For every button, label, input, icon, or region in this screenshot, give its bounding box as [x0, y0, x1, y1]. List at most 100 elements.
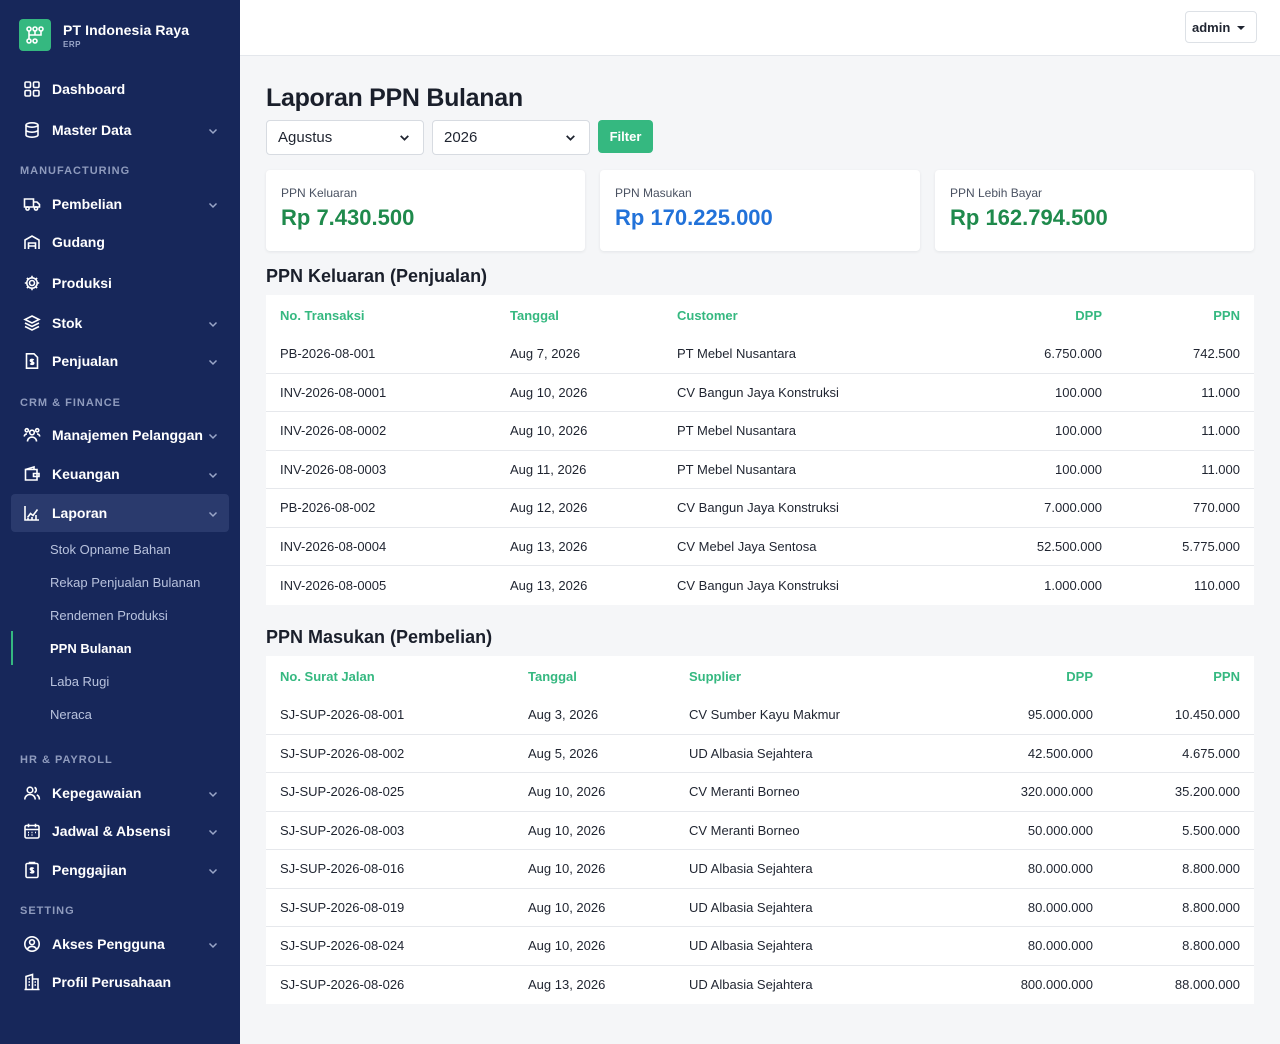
table-row[interactable]: PB-2026-08-001 Aug 7, 2026 PT Mebel Nusant…	[266, 335, 1254, 374]
chevron-down-icon	[207, 507, 219, 525]
nav-penjualan[interactable]: Penjualan	[11, 342, 229, 380]
nav-pembelian[interactable]: Pembelian	[11, 185, 229, 223]
filter-button[interactable]: Filter	[598, 120, 653, 153]
nav-label: Master Data	[52, 122, 132, 138]
cell-no: PB-2026-08-002	[280, 500, 376, 516]
brand-name: PT Indonesia Raya	[63, 21, 190, 38]
cell-tanggal: Aug 5, 2026	[528, 745, 599, 761]
table-row[interactable]: SJ-SUP-2026-08-019 Aug 10, 2026 UD Albasia…	[266, 889, 1254, 927]
cell-dpp: 80.000.000	[1027, 938, 1093, 954]
col-header-tanggal[interactable]: Tanggal	[528, 656, 577, 696]
cell-ppn: 11.000	[1201, 423, 1240, 439]
nav-label: Penjualan	[52, 353, 119, 369]
chevron-down-icon	[207, 429, 219, 447]
col-header-ppn[interactable]: PPN	[1213, 656, 1240, 696]
nav-master-data[interactable]: Master Data	[11, 111, 229, 149]
nav-label: Manajemen Pelanggan	[52, 427, 203, 443]
nav-profil-perusahaan[interactable]: Profil Perusahaan	[11, 963, 229, 1001]
cell-ppn: 8.800.000	[1182, 899, 1240, 915]
nav-manajemen-pelanggan[interactable]: Manajemen Pelanggan	[11, 416, 229, 454]
subnav-neraca[interactable]: Neraca	[50, 707, 92, 722]
cell-no: INV-2026-08-0004	[280, 538, 387, 554]
cell-no: SJ-SUP-2026-08-002	[280, 745, 405, 761]
table-row[interactable]: SJ-SUP-2026-08-003 Aug 10, 2026 CV Meranti…	[266, 812, 1254, 850]
cell-dpp: 95.000.000	[1027, 707, 1093, 723]
invoice-icon	[22, 351, 42, 371]
col-header-no-surat-jalan[interactable]: No. Surat Jalan	[280, 656, 375, 696]
col-header-ppn[interactable]: PPN	[1213, 295, 1240, 335]
nav-akses-pengguna[interactable]: Akses Pengguna	[11, 925, 229, 963]
table-row[interactable]: INV-2026-08-0002 Aug 10, 2026 PT Mebel Nus…	[266, 412, 1254, 451]
table-row[interactable]: INV-2026-08-0005 Aug 13, 2026 CV Bangun Ja…	[266, 566, 1254, 605]
cell-ppn: 5.775.000	[1182, 538, 1240, 554]
brand[interactable]: PT Indonesia Raya ERP	[0, 0, 240, 70]
brand-logo-icon	[19, 19, 51, 51]
cell-no: INV-2026-08-0001	[280, 384, 387, 400]
table-row[interactable]: SJ-SUP-2026-08-002 Aug 5, 2026 UD Albasia …	[266, 735, 1254, 773]
user-menu-button[interactable]: admin	[1185, 11, 1257, 43]
nav-keuangan[interactable]: Keuangan	[11, 455, 229, 493]
summary-card-ppn-lebih-bayar: PPN Lebih Bayar Rp 162.794.500	[935, 170, 1254, 251]
calendar-icon	[22, 821, 42, 841]
nav-laporan[interactable]: Laporan	[11, 494, 229, 532]
nav-label: Produksi	[52, 275, 112, 291]
nav-label: Jadwal & Absensi	[52, 823, 171, 839]
table-row[interactable]: INV-2026-08-0003 Aug 11, 2026 PT Mebel Nus…	[266, 451, 1254, 489]
nav-produksi[interactable]: Produksi	[11, 264, 229, 302]
table-row[interactable]: INV-2026-08-0004 Aug 13, 2026 CV Mebel Jay…	[266, 528, 1254, 566]
nav-penggajian[interactable]: Penggajian	[11, 851, 229, 889]
nav-stok[interactable]: Stok	[11, 304, 229, 342]
col-header-supplier[interactable]: Supplier	[689, 656, 741, 696]
active-indicator	[11, 631, 13, 665]
table-row[interactable]: PB-2026-08-002 Aug 12, 2026 CV Bangun Jaya…	[266, 489, 1254, 528]
nav-jadwal-absensi[interactable]: Jadwal & Absensi	[11, 812, 229, 850]
chart-icon	[22, 503, 42, 523]
table-row[interactable]: SJ-SUP-2026-08-026 Aug 13, 2026 UD Albasia…	[266, 966, 1254, 1005]
cell-customer: PT Mebel Nusantara	[677, 423, 796, 439]
col-header-no-transaksi[interactable]: No. Transaksi	[280, 295, 365, 335]
cell-tanggal: Aug 13, 2026	[510, 538, 588, 554]
subnav-laba-rugi[interactable]: Laba Rugi	[50, 674, 109, 689]
sidebar: PT Indonesia Raya ERP Dashboard Master D…	[0, 0, 240, 1044]
chevron-down-icon	[207, 938, 219, 956]
table-row[interactable]: SJ-SUP-2026-08-016 Aug 10, 2026 UD Albasia…	[266, 850, 1254, 889]
chevron-down-icon	[207, 468, 219, 486]
cell-customer: CV Mebel Jaya Sentosa	[677, 538, 817, 554]
cell-dpp: 80.000.000	[1027, 899, 1093, 915]
cell-tanggal: Aug 12, 2026	[510, 500, 588, 516]
subnav-ppn-bulanan[interactable]: PPN Bulanan	[50, 641, 132, 656]
cell-no: SJ-SUP-2026-08-001	[280, 707, 405, 723]
payroll-icon	[22, 860, 42, 880]
table-row[interactable]: SJ-SUP-2026-08-025 Aug 10, 2026 CV Meranti…	[266, 773, 1254, 812]
section-title-ppn-masukan: PPN Masukan (Pembelian)	[266, 627, 493, 647]
subnav-rekap-penjualan-bulanan[interactable]: Rekap Penjualan Bulanan	[50, 575, 200, 590]
truck-icon	[22, 194, 42, 214]
nav-gudang[interactable]: Gudang	[11, 223, 229, 261]
col-header-customer[interactable]: Customer	[677, 295, 738, 335]
nav-dashboard[interactable]: Dashboard	[11, 70, 229, 108]
cell-ppn: 35.200.000	[1174, 784, 1240, 800]
col-header-tanggal[interactable]: Tanggal	[510, 295, 559, 335]
chevron-down-icon	[398, 131, 411, 148]
cell-supplier: UD Albasia Sejahtera	[689, 745, 813, 761]
col-header-dpp[interactable]: DPP	[1066, 656, 1093, 696]
user-circle-icon	[22, 934, 42, 954]
chevron-down-icon	[564, 131, 577, 148]
nav-kepegawaian[interactable]: Kepegawaian	[11, 774, 229, 812]
nav-label: Stok	[52, 315, 83, 331]
chevron-down-icon	[207, 198, 219, 216]
subnav-rendemen-produksi[interactable]: Rendemen Produksi	[50, 608, 168, 623]
table-row[interactable]: SJ-SUP-2026-08-001 Aug 3, 2026 CV Sumber K…	[266, 696, 1254, 735]
card-label: PPN Masukan	[615, 186, 692, 200]
year-select[interactable]: 2026	[432, 120, 590, 155]
table-row[interactable]: INV-2026-08-0001 Aug 10, 2026 CV Bangun Ja…	[266, 374, 1254, 412]
cell-tanggal: Aug 13, 2026	[510, 577, 588, 593]
cell-customer: CV Bangun Jaya Konstruksi	[677, 384, 839, 400]
cell-dpp: 6.750.000	[1044, 346, 1102, 362]
month-select[interactable]: Agustus	[266, 120, 424, 155]
table-row[interactable]: SJ-SUP-2026-08-024 Aug 10, 2026 UD Albasia…	[266, 927, 1254, 966]
topbar: admin	[240, 0, 1280, 56]
database-icon	[22, 120, 42, 140]
subnav-stok-opname-bahan[interactable]: Stok Opname Bahan	[50, 542, 171, 557]
col-header-dpp[interactable]: DPP	[1075, 295, 1102, 335]
